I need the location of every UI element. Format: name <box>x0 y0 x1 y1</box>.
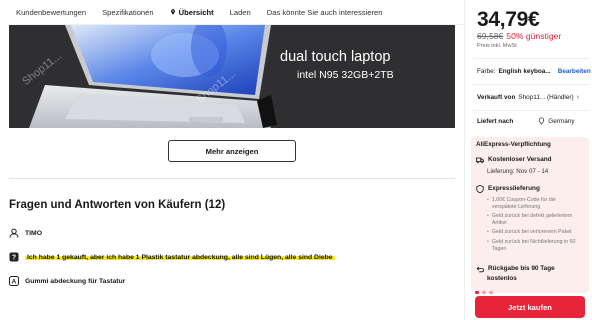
decorative-dots <box>475 291 585 294</box>
free-shipping-row: Kostenloser Versand <box>476 156 552 164</box>
section-tabs: Kundenbewertungen Spezifikationen Übersi… <box>16 0 398 24</box>
section-divider <box>9 178 455 179</box>
tab-label: Kundenbewertungen <box>16 7 87 17</box>
return-arrow-icon <box>476 266 484 273</box>
color-label: Farbe: <box>477 68 496 75</box>
express-benefits-list: • 1,00€ Coupon-Code für die verspätete Li… <box>487 197 584 253</box>
show-more-button[interactable]: Mehr anzeigen <box>168 140 296 162</box>
tab-recommendations[interactable]: Das könnte Sie auch interessieren <box>267 8 383 17</box>
benefit-text: 1,00€ Coupon-Code für die verspätete Lie… <box>491 197 556 210</box>
delivery-label: Liefert nach <box>477 117 514 125</box>
question-icon: ? <box>9 252 19 262</box>
tab-reviews[interactable]: Kundenbewertungen <box>16 8 86 17</box>
express-delivery-row: Expresslieferung <box>476 185 540 193</box>
benefit-item: • 1,00€ Coupon-Code für die verspätete Li… <box>487 197 584 211</box>
divider <box>473 84 589 85</box>
truck-icon <box>476 157 484 164</box>
returns-row: Rückgabe bis 90 Tage <box>476 265 555 273</box>
main-content: Kundenbewertungen Spezifikationen Übersi… <box>0 0 464 320</box>
product-description-image: Shop11... Shop11... dual touch laptop in… <box>9 25 455 128</box>
location-pin-icon <box>170 9 175 15</box>
seller-row[interactable]: Verkauft von Shop11... (Händler) › <box>477 94 579 101</box>
delivery-destination-row[interactable]: Liefert nach Germany <box>477 117 575 125</box>
buy-now-button[interactable]: Jetzt kaufen <box>475 296 585 318</box>
benefit-item: • Geld zurück bei verlorenem Paket <box>487 229 584 237</box>
qa-question-row: ? Ich habe 1 gekauft, aber ich habe 1 Pl… <box>9 252 335 262</box>
tab-overview[interactable]: Übersicht <box>170 8 214 17</box>
free-shipping-label: Kostenloser Versand <box>488 156 552 163</box>
edit-variant-link[interactable]: Bearbeiten <box>558 68 591 75</box>
current-price: 34,79€ <box>477 8 540 31</box>
tab-label: Das könnte Sie auch interessieren <box>266 7 383 17</box>
qa-section-title: Fragen und Antworten von Käufern (12) <box>9 199 226 211</box>
qa-question-text: Ich habe 1 gekauft, aber ich habe 1 Plas… <box>25 253 335 261</box>
tab-label: Laden <box>229 7 251 17</box>
tax-note: Preis inkl. MwSt <box>477 43 517 49</box>
qa-answer-row: A Gummi abdeckung für Tastatur <box>9 276 125 286</box>
variant-selector[interactable]: Farbe: English keyboa... Bearbeiten <box>477 68 591 75</box>
svg-text:A: A <box>12 279 17 286</box>
qa-user-row: TIMO <box>9 228 42 238</box>
delivery-date: Lieferung: Nov 07 - 14 <box>487 168 549 175</box>
discount-badge: 50% günstiger <box>506 31 562 41</box>
aliexpress-commitment-box: AliExpress-Verpflichtung Kostenloser Ver… <box>471 137 589 293</box>
user-icon <box>9 228 19 238</box>
svg-text:?: ? <box>12 255 16 262</box>
tab-label: Spezifikationen <box>102 7 154 17</box>
benefit-item: • Geld zurück bei Nichtlieferung in 60 Ta… <box>487 239 584 253</box>
divider <box>473 110 589 111</box>
delivery-country: Germany <box>548 117 575 125</box>
benefit-text: Geld zurück bei verlorenem Paket <box>491 229 572 235</box>
returns-label: Rückgabe bis 90 Tage <box>488 265 555 272</box>
original-price: 69,58€ <box>477 31 504 41</box>
benefit-text: Geld zurück bei defekt geliefertem Artik… <box>491 213 573 226</box>
express-delivery-label: Expresslieferung <box>488 185 540 192</box>
tab-specifications[interactable]: Spezifikationen <box>102 8 154 17</box>
returns-sub: kostenlos <box>487 275 517 282</box>
answer-icon: A <box>9 276 19 286</box>
banner-headline: dual touch laptop <box>280 49 391 65</box>
commitment-title: AliExpress-Verpflichtung <box>476 141 551 148</box>
benefit-text: Geld zurück bei Nichtlieferung in 60 Tag… <box>491 239 576 252</box>
benefit-item: • Geld zurück bei defekt geliefertem Arti… <box>487 213 584 227</box>
seller-value: Shop11... (Händler) <box>518 94 574 101</box>
chevron-right-icon: › <box>576 94 579 101</box>
price-comparison: 69,58€ 50% günstiger <box>477 31 561 41</box>
banner-specs: intel N95 32GB+2TB <box>297 69 394 81</box>
qa-user-name: TIMO <box>25 229 42 237</box>
location-pin-icon <box>539 117 545 125</box>
purchase-sidebar: 34,79€ 69,58€ 50% günstiger Preis inkl. M… <box>464 0 592 320</box>
qa-answer-text: Gummi abdeckung für Tastatur <box>25 277 126 285</box>
shield-icon <box>476 185 484 193</box>
tab-label: Übersicht <box>178 7 214 17</box>
product-page: Kundenbewertungen Spezifikationen Übersi… <box>0 0 592 320</box>
divider <box>473 58 589 59</box>
seller-label: Verkauft von <box>477 94 516 101</box>
color-value: English keyboa... <box>498 68 551 75</box>
tab-store[interactable]: Laden <box>230 8 251 17</box>
